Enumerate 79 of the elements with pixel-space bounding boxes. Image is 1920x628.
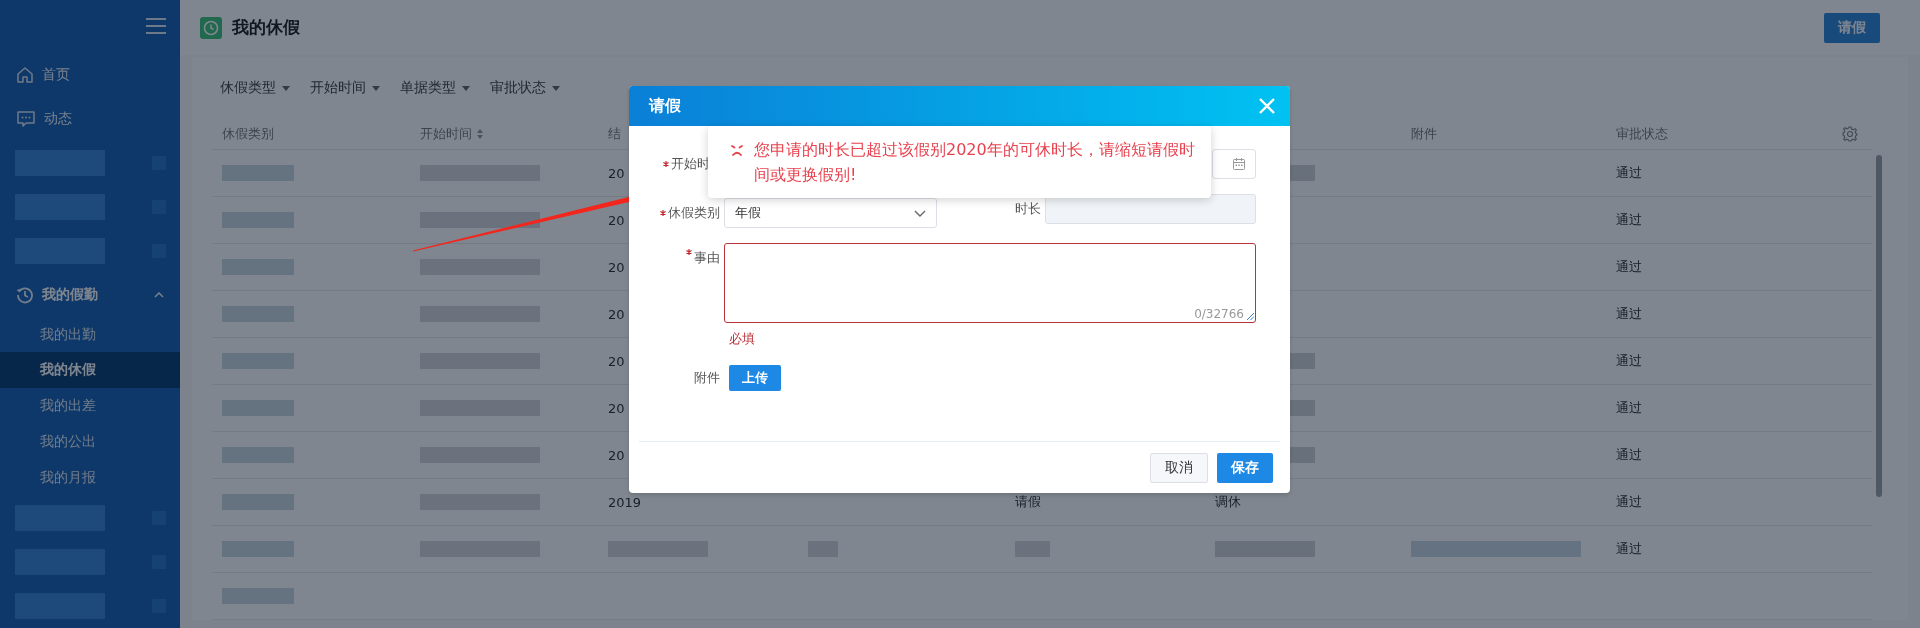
date-field[interactable]: [1212, 149, 1256, 179]
sidebar-subitem[interactable]: 我的出差: [0, 388, 180, 425]
leave-type-select[interactable]: 年假: [724, 198, 937, 228]
close-icon[interactable]: [1258, 97, 1276, 115]
table-cell: 请假: [1015, 493, 1041, 511]
sort-icon[interactable]: [477, 129, 483, 139]
table-cell: 20: [608, 259, 625, 275]
table-cell: 通过: [1616, 540, 1642, 558]
leave-request-button[interactable]: 请假: [1824, 12, 1880, 43]
page-title: 我的休假: [232, 16, 301, 39]
column-header[interactable]: 结: [608, 125, 621, 143]
column-header[interactable]: 审批状态: [1616, 125, 1668, 143]
calendar-icon: [1233, 158, 1245, 170]
table-cell: 20: [608, 165, 625, 181]
table-cell: 20: [608, 353, 625, 369]
table-cell: 20: [608, 447, 625, 463]
field-label: 事由: [694, 249, 720, 267]
reason-textarea[interactable]: 0/32766: [724, 243, 1256, 323]
column-header[interactable]: 附件: [1411, 125, 1437, 143]
redacted-block: [222, 306, 294, 322]
table-cell: 通过: [1616, 493, 1642, 511]
history-icon: [16, 285, 34, 304]
redacted-block: [222, 447, 294, 463]
redacted-block: [222, 353, 294, 369]
scrollbar[interactable]: [1876, 155, 1882, 497]
field-label: 时长: [1015, 200, 1041, 218]
sidebar-group[interactable]: 我的假勤: [0, 272, 180, 317]
table-cell: 通过: [1616, 446, 1642, 464]
table-cell: 通过: [1616, 258, 1642, 276]
field-label: 附件: [694, 369, 720, 387]
filter-dropdown[interactable]: 单据类型: [400, 79, 470, 97]
caret-icon: [552, 85, 560, 91]
upload-button[interactable]: 上传: [729, 365, 781, 391]
table-cell: 通过: [1616, 352, 1642, 370]
field-label: 开始时: [671, 155, 710, 173]
redacted-block: [222, 588, 294, 604]
character-counter: 0/32766: [1194, 307, 1244, 321]
column-header[interactable]: 开始时间: [420, 125, 472, 143]
sidebar-subitem[interactable]: 我的月报: [0, 460, 180, 497]
dialog-title: 请假: [649, 95, 681, 117]
redacted-block: [222, 400, 294, 416]
caret-icon: [462, 85, 470, 91]
table-cell: 2019: [608, 494, 642, 510]
menu-icon[interactable]: [146, 18, 166, 35]
table-cell: 通过: [1616, 305, 1642, 323]
sad-face-icon: [730, 144, 744, 156]
chevron-down-icon: [914, 209, 926, 217]
column-header[interactable]: 休假类别: [222, 125, 274, 143]
sidebar-subitem[interactable]: 我的公出: [0, 424, 180, 461]
clock-logo-icon: [200, 16, 222, 39]
save-button[interactable]: 保存: [1217, 453, 1273, 483]
table-cell: 通过: [1616, 399, 1642, 417]
cancel-button[interactable]: 取消: [1150, 453, 1208, 483]
field-label: 休假类别: [668, 204, 720, 222]
caret-icon: [282, 85, 290, 91]
sidebar-subitem[interactable]: 我的休假: [0, 352, 180, 389]
error-message: 必填: [728, 330, 756, 348]
settings-icon[interactable]: [1842, 126, 1858, 142]
table-cell: 通过: [1616, 211, 1642, 229]
redacted-block: [222, 259, 294, 275]
table-cell: 20: [608, 212, 625, 228]
resize-handle-icon: [1246, 312, 1254, 320]
sidebar-item[interactable]: 动态: [0, 96, 180, 141]
sidebar-item[interactable]: 首页: [0, 52, 180, 97]
table-cell: 调休: [1215, 493, 1241, 511]
filter-dropdown[interactable]: 审批状态: [490, 79, 560, 97]
table-cell: 20: [608, 400, 625, 416]
table-cell: 20: [608, 306, 625, 322]
redacted-block: [222, 165, 294, 181]
caret-icon: [372, 85, 380, 91]
home-icon: [16, 65, 34, 84]
chat-icon: [16, 109, 36, 128]
table-cell: 通过: [1616, 164, 1642, 182]
redacted-block: [222, 494, 294, 510]
filter-dropdown[interactable]: 开始时间: [310, 79, 380, 97]
filter-dropdown[interactable]: 休假类型: [220, 79, 290, 97]
error-text: 您申请的时长已超过该假别2020年的可休时长，请缩短请假时间或更换假别!: [754, 139, 1195, 186]
redacted-block: [222, 541, 294, 557]
redacted-block: [222, 212, 294, 228]
